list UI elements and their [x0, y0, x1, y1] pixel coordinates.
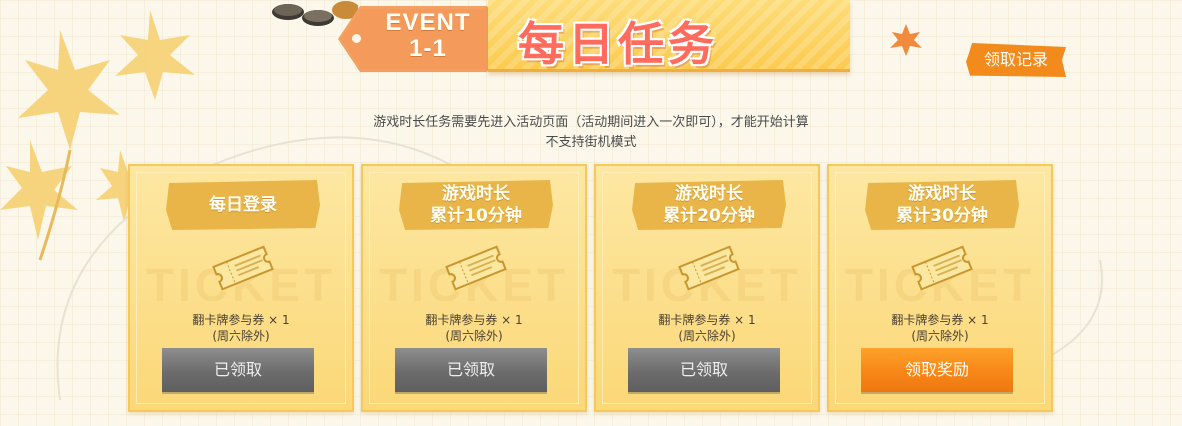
ticket-icon	[911, 245, 973, 291]
reward-text: 翻卡牌参与券 × 1 (周六除外)	[363, 312, 585, 344]
task-label: 游戏时长 累计10分钟	[399, 180, 553, 230]
reward-note: (周六除外)	[445, 329, 503, 343]
tag-hole	[352, 34, 361, 43]
title-plate: 每日任务	[488, 0, 850, 72]
claim-history-button[interactable]: 领取记录	[966, 43, 1066, 77]
reward-item: 翻卡牌参与券 × 1	[658, 313, 756, 327]
notice-text: 游戏时长任务需要先进入活动页面（活动期间进入一次即可），才能开始计算 不支持街机…	[300, 113, 882, 153]
reward-item: 翻卡牌参与券 × 1	[192, 313, 290, 327]
event-tag-line1: EVENT	[385, 9, 471, 36]
reward-text: 翻卡牌参与券 × 1 (周六除外)	[130, 312, 352, 344]
task-label: 游戏时长 累计20分钟	[632, 180, 786, 230]
task-label: 游戏时长 累计30分钟	[865, 180, 1019, 230]
reward-note: (周六除外)	[911, 329, 969, 343]
claimed-button[interactable]: 已领取	[395, 348, 547, 392]
task-card-daily-login: TICKET 每日登录 翻卡牌参与券 × 1 (周六除外) 已领取	[128, 164, 354, 412]
claim-reward-button[interactable]: 领取奖励	[861, 348, 1013, 392]
claimed-button[interactable]: 已领取	[162, 348, 314, 392]
reward-note: (周六除外)	[678, 329, 736, 343]
reward-item: 翻卡牌参与券 × 1	[891, 313, 989, 327]
notice-line1: 游戏时长任务需要先进入活动页面（活动期间进入一次即可），才能开始计算	[373, 115, 809, 130]
ticket-icon	[678, 245, 740, 291]
maple-leaf-icon	[890, 24, 922, 56]
event-banner: EVENT 1-1 每日任务	[338, 0, 850, 80]
reward-item: 翻卡牌参与券 × 1	[425, 313, 523, 327]
ticket-icon	[445, 245, 507, 291]
claimed-button[interactable]: 已领取	[628, 348, 780, 392]
notice-line2: 不支持街机模式	[545, 135, 637, 150]
page-title: 每日任务	[518, 17, 718, 71]
task-label: 每日登录	[166, 180, 320, 230]
reward-text: 翻卡牌参与券 × 1 (周六除外)	[596, 312, 818, 344]
ticket-icon	[212, 245, 274, 291]
task-card-30min: TICKET 游戏时长 累计30分钟 翻卡牌参与券 × 1 (周六除外) 领取奖…	[827, 164, 1053, 412]
reward-text: 翻卡牌参与券 × 1 (周六除外)	[829, 312, 1051, 344]
task-card-20min: TICKET 游戏时长 累计20分钟 翻卡牌参与券 × 1 (周六除外) 已领取	[594, 164, 820, 412]
task-card-10min: TICKET 游戏时长 累计10分钟 翻卡牌参与券 × 1 (周六除外) 已领取	[361, 164, 587, 412]
event-tag-line2: 1-1	[409, 35, 447, 62]
event-tag-text: EVENT 1-1	[368, 10, 488, 62]
reward-note: (周六除外)	[212, 329, 270, 343]
